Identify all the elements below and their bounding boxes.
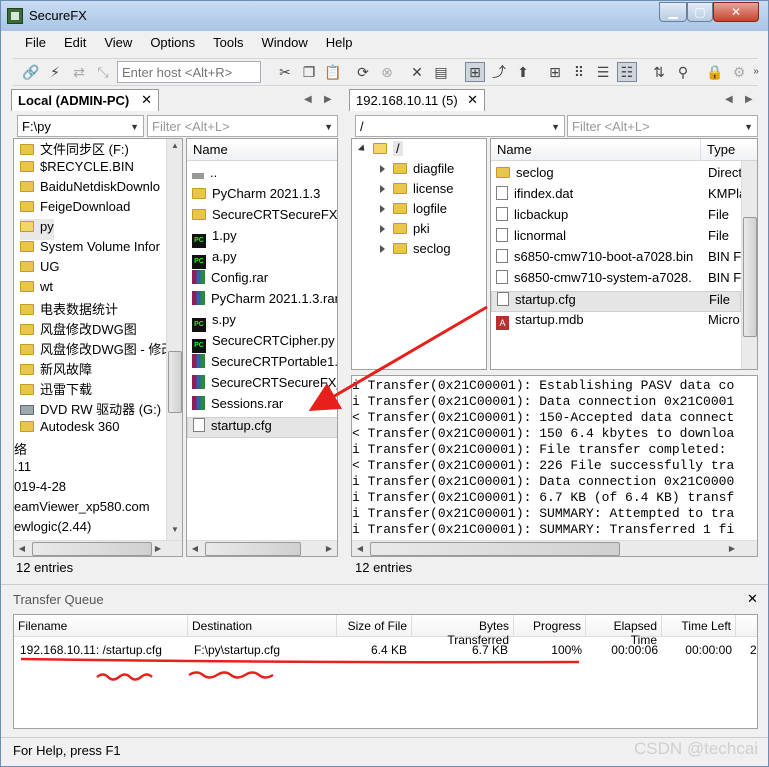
annotation-arrow: [308, 305, 488, 412]
annotation-squiggle-destination: [188, 671, 274, 679]
app-window: SecureFX ▁ ▢ ✕ File Edit View Options Tools W…: [0, 0, 769, 767]
annotation-overlay: [20, 305, 580, 681]
annotation-underline: [20, 657, 580, 664]
annotation-squiggle-filename: [96, 673, 153, 681]
